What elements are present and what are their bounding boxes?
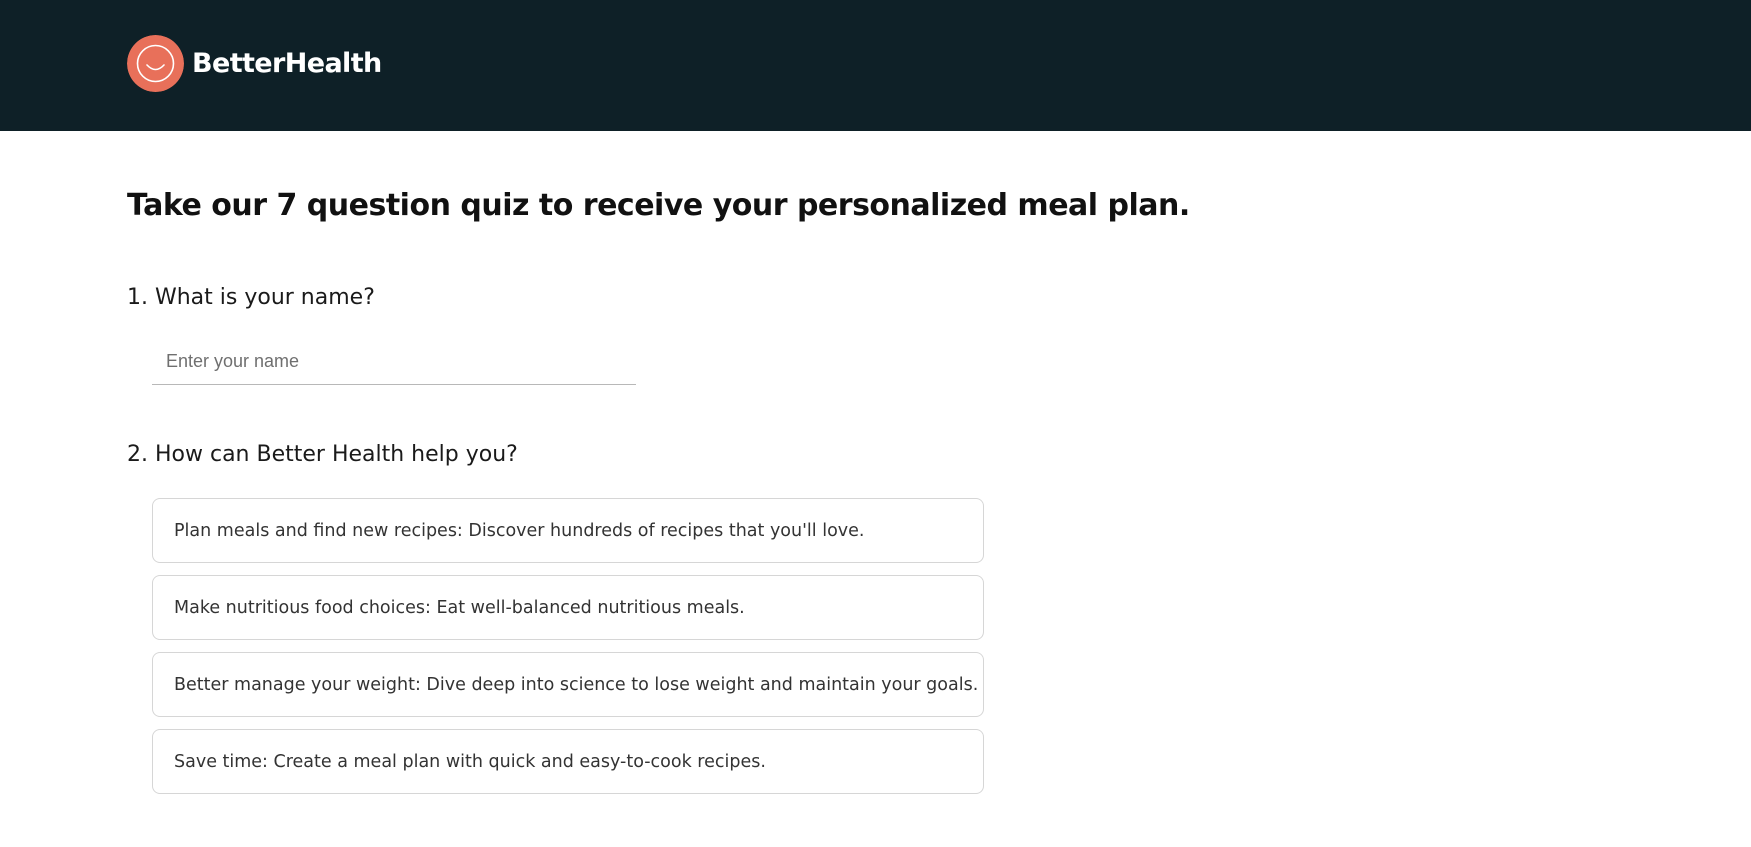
page-title: Take our 7 question quiz to receive your…	[127, 188, 1190, 223]
brand-logo-link[interactable]: BetterHealth	[127, 35, 382, 92]
question-1-label: 1. What is your name?	[127, 285, 375, 310]
name-input[interactable]	[152, 338, 636, 385]
smile-icon	[127, 35, 184, 92]
option-nutritious-choices[interactable]: Make nutritious food choices: Eat well-b…	[152, 575, 984, 640]
site-header: BetterHealth	[0, 0, 1751, 131]
option-manage-weight[interactable]: Better manage your weight: Dive deep int…	[152, 652, 984, 717]
brand-name: BetterHealth	[192, 48, 382, 79]
option-save-time[interactable]: Save time: Create a meal plan with quick…	[152, 729, 984, 794]
question-2-label: 2. How can Better Health help you?	[127, 442, 518, 467]
help-options-list: Plan meals and find new recipes: Discove…	[152, 498, 984, 806]
option-plan-meals[interactable]: Plan meals and find new recipes: Discove…	[152, 498, 984, 563]
